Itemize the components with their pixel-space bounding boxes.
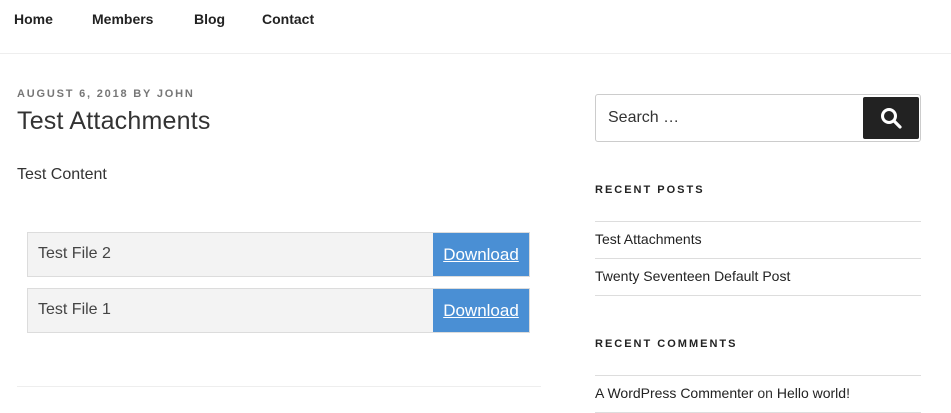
post-title: Test Attachments [17, 107, 211, 135]
post-content: Test Content [17, 166, 107, 183]
comment-author-link[interactable]: A WordPress Commenter [595, 385, 753, 401]
search-icon [881, 108, 902, 129]
recent-post-link[interactable]: Twenty Seventeen Default Post [595, 268, 790, 284]
search-input[interactable] [597, 96, 859, 140]
recent-comments-title: Recent Comments [595, 338, 738, 350]
attachment-row: Test File 1 Download [27, 288, 530, 333]
download-button[interactable]: Download [433, 233, 529, 276]
divider [595, 295, 921, 296]
post-author[interactable]: John [157, 88, 195, 100]
divider [595, 221, 921, 222]
recent-comment-item: A WordPress Commenter on Hello world! [595, 385, 850, 401]
post-date[interactable]: August 6, 2018 [17, 88, 128, 100]
comment-on-text: on [757, 385, 773, 401]
attachment-row: Test File 2 Download [27, 232, 530, 277]
attachment-name: Test File 2 [38, 245, 111, 262]
nav-item-members[interactable]: Members [92, 11, 153, 27]
post-meta: August 6, 2018 by John [17, 88, 195, 100]
nav-item-contact[interactable]: Contact [262, 11, 314, 27]
recent-post-link[interactable]: Test Attachments [595, 231, 702, 247]
post-meta-by: by [133, 88, 152, 100]
attachment-name: Test File 1 [38, 301, 111, 318]
download-button[interactable]: Download [433, 289, 529, 332]
search-form [595, 94, 921, 142]
divider [595, 258, 921, 259]
recent-posts-title: Recent Posts [595, 184, 705, 196]
top-navigation: Home Members Blog Contact [0, 0, 951, 54]
nav-item-blog[interactable]: Blog [194, 11, 225, 27]
divider [595, 375, 921, 376]
content-divider [17, 386, 541, 387]
search-button[interactable] [863, 97, 919, 139]
nav-item-home[interactable]: Home [14, 11, 53, 27]
comment-post-link[interactable]: Hello world! [777, 385, 850, 401]
